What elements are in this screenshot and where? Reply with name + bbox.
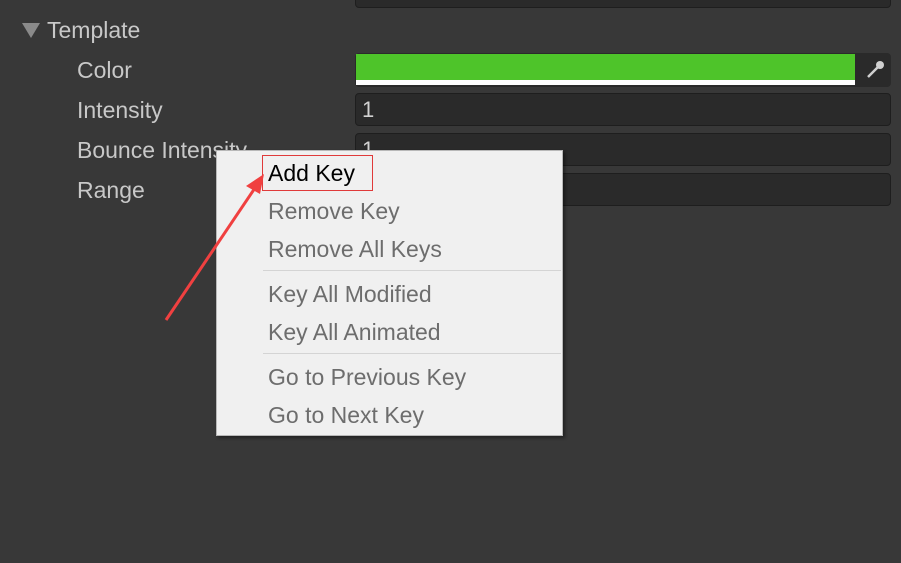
annotation-arrow-icon [164, 174, 264, 321]
